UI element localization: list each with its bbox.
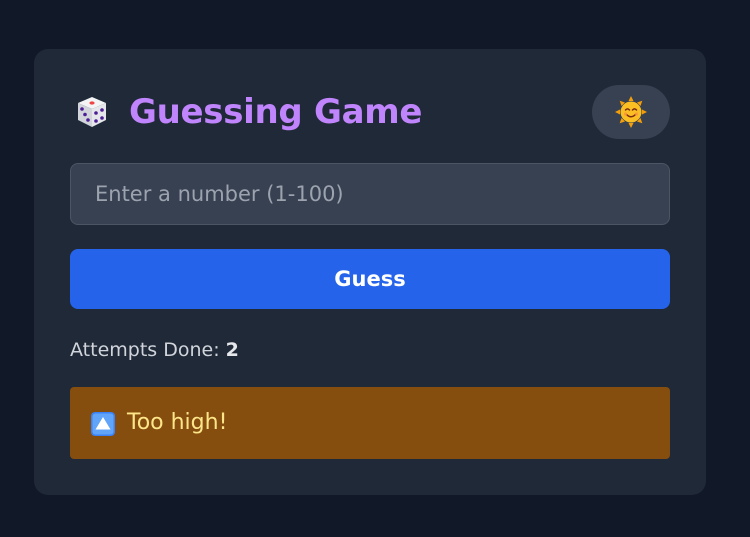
- sun-smiling-icon: [615, 96, 647, 128]
- theme-toggle-button[interactable]: [592, 85, 670, 139]
- game-card: Guessing Game Enter a number (1-100) Gue…: [34, 49, 706, 495]
- attempts-count: 2: [225, 339, 239, 361]
- feedback-message: Too high!: [70, 387, 670, 459]
- page-title: Guessing Game: [129, 92, 423, 132]
- number-input[interactable]: [70, 163, 670, 225]
- attempts-counter: Attempts Done: 2: [70, 336, 239, 364]
- attempts-label: Attempts Done:: [70, 339, 220, 361]
- feedback-text: Too high!: [127, 410, 228, 435]
- guess-button[interactable]: Guess: [70, 249, 670, 309]
- dice-icon: [75, 95, 109, 129]
- up-arrow-icon: [91, 412, 115, 436]
- game-header: Guessing Game: [70, 85, 670, 139]
